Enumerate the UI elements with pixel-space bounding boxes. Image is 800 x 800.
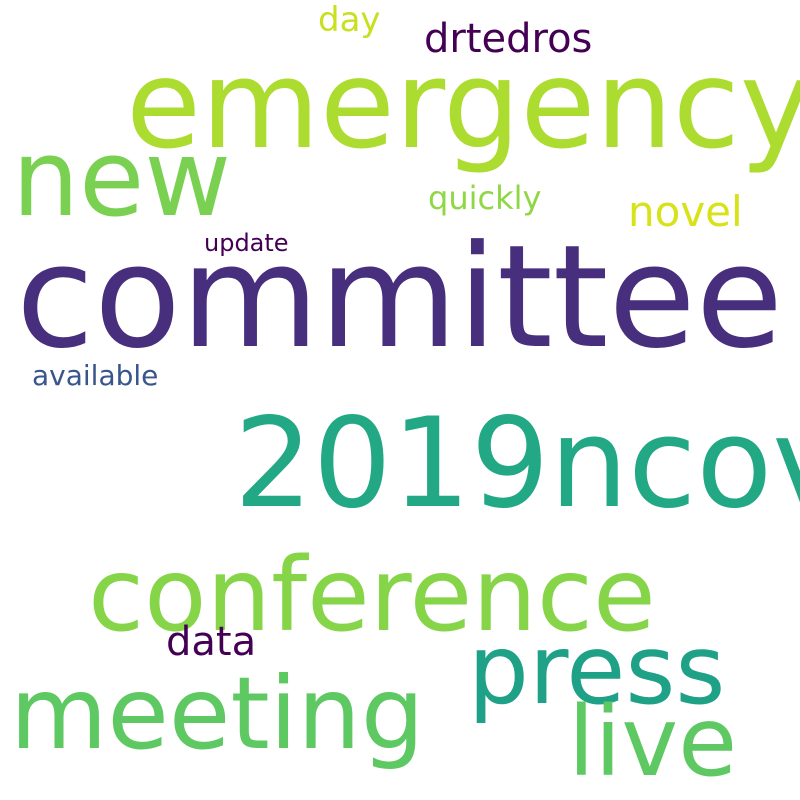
word-quickly: quickly: [428, 179, 542, 217]
word-2019ncov: 2019ncov: [234, 392, 800, 536]
word-cloud: emergency new committee 2019ncov confere…: [0, 0, 800, 800]
word-day: day: [318, 0, 381, 40]
word-drtedros: drtedros: [424, 16, 593, 62]
word-available: available: [32, 359, 159, 392]
word-live: live: [568, 686, 738, 798]
word-update: update: [204, 229, 289, 257]
word-novel: novel: [628, 187, 743, 236]
word-data: data: [166, 619, 257, 665]
word-committee: committee: [16, 215, 784, 380]
word-meeting: meeting: [10, 655, 425, 772]
